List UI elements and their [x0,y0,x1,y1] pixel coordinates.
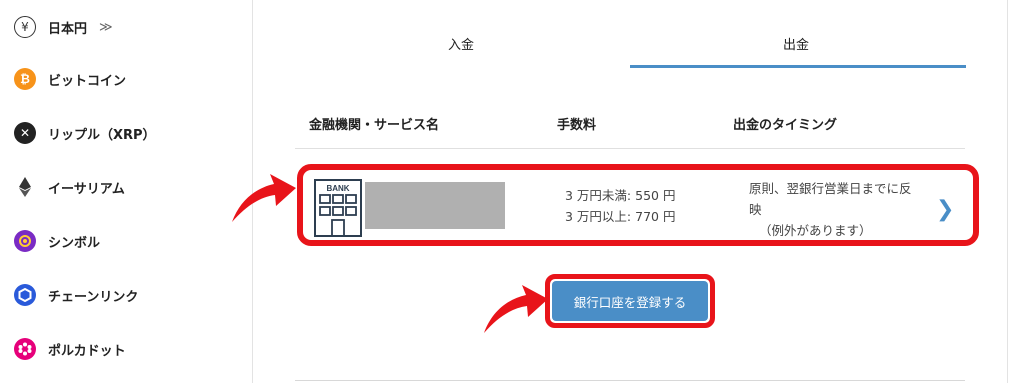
bitcoin-icon: ₿ [14,68,36,90]
sidebar: ¥ 日本円 ≫ ₿ ビットコイン ✕ リップル（XRP） イーサリアム シンボル… [0,0,252,383]
column-header-timing: 出金のタイミング [733,118,838,133]
sidebar-item-label: ポルカドット [48,343,126,359]
withdraw-timing: 原則、翌銀行営業日までに反 映 （例外があります） [749,178,929,241]
sidebar-item-chainlink[interactable]: チェーンリンク [14,280,138,310]
column-header-institution: 金融機関・サービス名 [309,118,440,133]
tab-withdraw[interactable]: 出金 [783,34,809,53]
chainlink-icon [14,284,36,306]
sidebar-item-bitcoin[interactable]: ₿ ビットコイン [14,64,126,94]
sidebar-item-xrp[interactable]: ✕ リップル（XRP） [14,118,156,148]
xrp-icon: ✕ [14,122,36,144]
symbol-icon [14,230,36,252]
bank-icon: BANK [313,178,363,238]
column-header-fee: 手数料 [557,118,597,133]
chevron-right-icon[interactable]: ❯ [936,197,954,222]
sidebar-item-label: チェーンリンク [48,289,139,305]
bank-icon-text: BANK [326,184,349,193]
sidebar-item-label: イーサリアム [48,181,125,197]
active-tab-indicator [630,65,966,68]
annotation-arrow-icon [232,174,296,222]
ethereum-icon [14,176,36,198]
double-chevron-icon: ≫ [99,19,113,35]
sidebar-item-polkadot[interactable]: ポルカドット [14,334,126,364]
register-bank-account-button[interactable]: 銀行口座を登録する [552,281,708,321]
fee-under-30000: 3 万円未満: 550 円 [565,188,676,203]
withdraw-panel: 入金 出金 金融機関・サービス名 手数料 出金のタイミング BANK 3 万円未… [252,0,1008,383]
sidebar-item-label: リップル（XRP） [48,127,156,143]
polkadot-icon [14,338,36,360]
timing-text-line1: 原則、翌銀行営業日までに反 [749,181,912,196]
timing-note: （例外があります） [759,223,872,238]
sidebar-item-label: 日本円 [48,21,88,37]
sidebar-item-label: シンボル [48,235,101,251]
tab-deposit[interactable]: 入金 [448,34,474,53]
annotation-arrow-icon [484,285,548,333]
register-button-highlight: 銀行口座を登録する [545,274,715,328]
bottom-divider [295,380,965,381]
bank-name-redacted [365,182,505,229]
timing-text-line2: 映 [749,202,762,217]
fee-over-30000: 3 万円以上: 770 円 [565,209,676,224]
yen-icon: ¥ [14,16,36,38]
sidebar-item-ethereum[interactable]: イーサリアム [14,172,125,202]
header-divider [295,148,965,149]
sidebar-item-label: ビットコイン [48,73,127,89]
bank-account-row[interactable]: BANK 3 万円未満: 550 円 3 万円以上: 770 円 原則、翌銀行営… [297,164,979,246]
sidebar-item-jpy[interactable]: ¥ 日本円 ≫ [14,12,113,42]
sidebar-item-symbol[interactable]: シンボル [14,226,100,256]
